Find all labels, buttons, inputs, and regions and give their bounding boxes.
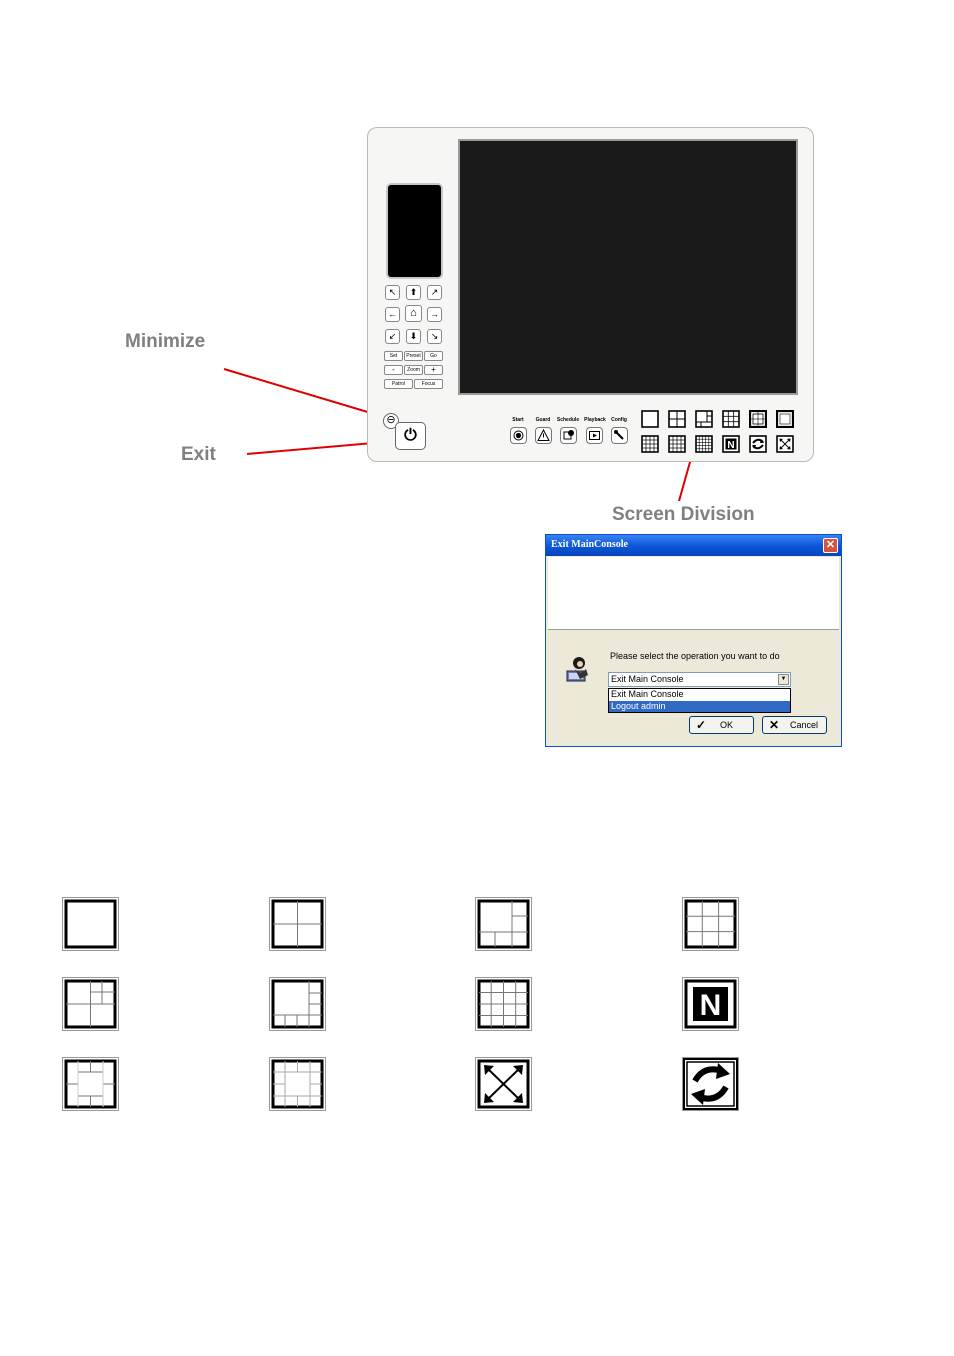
legend-8-screen-icon: [269, 977, 326, 1031]
x-mark-icon: ✕: [769, 718, 780, 732]
legend-6-screen-icon: [475, 897, 532, 951]
screen-division-callout: Screen Division: [612, 504, 755, 525]
ptz-down-left-button[interactable]: ↙: [385, 329, 400, 344]
wrench-icon: [614, 430, 624, 440]
ptz-home-button[interactable]: ⌂: [405, 305, 422, 322]
legend-fullscreen-icon: [475, 1057, 532, 1111]
legend-10-screen-icon: [62, 1057, 119, 1111]
start-button[interactable]: [510, 427, 527, 444]
close-icon[interactable]: ✕: [823, 538, 838, 553]
operation-dropdown-list: Exit Main Console Logout admin: [608, 688, 791, 713]
exit-button[interactable]: ⏻: [395, 422, 426, 450]
n-letter: N: [727, 440, 734, 451]
division-4-icon[interactable]: [668, 410, 686, 428]
video-display[interactable]: [458, 139, 798, 395]
cancel-button[interactable]: ✕ Cancel: [762, 716, 827, 734]
legend-4-screen-icon: [269, 897, 326, 951]
ptz-up-button[interactable]: ⬆: [406, 285, 421, 300]
ptz-preset-button[interactable]: Preset: [404, 351, 423, 361]
ok-button[interactable]: ✓ OK: [689, 716, 754, 734]
division-1-icon[interactable]: [641, 410, 659, 428]
division-16a-icon[interactable]: [641, 435, 659, 453]
option-exit-main-console[interactable]: Exit Main Console: [609, 689, 790, 700]
config-label: Config: [611, 417, 627, 423]
division-13-icon[interactable]: [775, 409, 795, 429]
camera-preview: [386, 183, 443, 279]
minimize-callout: Minimize: [125, 331, 206, 352]
config-button[interactable]: [611, 427, 628, 444]
legend-n-letter: N: [700, 989, 722, 1022]
ptz-set-button[interactable]: Set: [384, 351, 403, 361]
ptz-up-right-button[interactable]: ↗: [427, 285, 442, 300]
legend-n-screen-icon: N: [682, 977, 739, 1031]
zoom-in-button[interactable]: +: [424, 365, 443, 375]
division-6-icon[interactable]: [695, 410, 713, 428]
exit-mainconsole-dialog: Exit MainConsole ✕ Please select the ope…: [545, 534, 842, 747]
operation-select[interactable]: Exit Main Console ▼: [608, 672, 791, 687]
legend-9-screen-icon: [682, 897, 739, 951]
legend-7-screen-icon: [62, 977, 119, 1031]
user-logout-icon: [566, 657, 588, 682]
zoom-out-button[interactable]: -: [384, 365, 403, 375]
warning-icon: [537, 428, 550, 441]
dialog-title: Exit MainConsole: [551, 539, 628, 550]
legend-1-screen-icon: [62, 897, 119, 951]
ptz-go-button[interactable]: Go: [424, 351, 443, 361]
division-9-icon[interactable]: [722, 410, 740, 428]
cancel-label: Cancel: [790, 720, 819, 730]
checkmark-icon: ✓: [696, 718, 707, 732]
n-division-icon[interactable]: N: [722, 435, 740, 453]
minimize-callout-line: [223, 368, 382, 417]
division-10-icon[interactable]: [748, 409, 768, 429]
operation-select-value: Exit Main Console: [611, 674, 684, 684]
division-25-icon[interactable]: [695, 435, 713, 453]
ok-label: OK: [720, 720, 734, 730]
power-icon: ⏻: [404, 427, 417, 444]
schedule-label: Schedule: [556, 417, 580, 423]
playback-icon: [589, 431, 600, 440]
dialog-titlebar: Exit MainConsole ✕: [546, 535, 841, 556]
legend-13-screen-icon: [269, 1057, 326, 1111]
guard-button[interactable]: [535, 427, 552, 444]
schedule-icon: [563, 430, 574, 440]
division-16b-icon[interactable]: [668, 435, 686, 453]
patrol-button[interactable]: Patrol: [384, 379, 413, 389]
dialog-prompt: Please select the operation you want to …: [610, 651, 780, 661]
exit-callout: Exit: [181, 444, 216, 465]
playback-button[interactable]: [586, 427, 603, 444]
dialog-message-area: [548, 557, 839, 630]
ptz-down-button[interactable]: ⬇: [406, 329, 421, 344]
ptz-down-right-button[interactable]: ↘: [427, 329, 442, 344]
chevron-down-icon[interactable]: ▼: [778, 674, 789, 685]
option-logout-admin[interactable]: Logout admin: [609, 701, 790, 712]
zoom-label: Zoom: [404, 365, 423, 375]
ptz-left-button[interactable]: ←: [385, 307, 400, 322]
legend-16-screen-icon: [475, 977, 532, 1031]
focus-button[interactable]: Focus: [414, 379, 443, 389]
fullscreen-icon[interactable]: [776, 435, 794, 453]
legend-rotate-icon: [682, 1057, 739, 1111]
record-icon: [513, 430, 524, 441]
ptz-up-left-button[interactable]: ↖: [385, 285, 400, 300]
schedule-button[interactable]: [560, 427, 577, 444]
ptz-right-button[interactable]: →: [427, 307, 442, 322]
rotate-icon[interactable]: [749, 435, 767, 453]
